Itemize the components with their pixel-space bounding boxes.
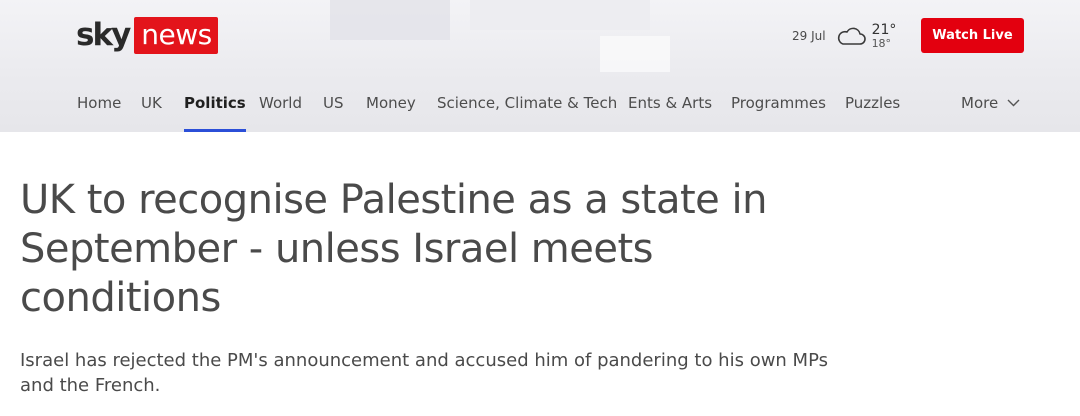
masthead-background-shape [470, 0, 650, 30]
nav-item-label: Programmes [731, 94, 826, 112]
nav-item-home[interactable]: Home [77, 84, 121, 132]
cloud-icon [837, 27, 866, 45]
watch-live-button[interactable]: Watch Live [921, 18, 1024, 53]
nav-more-label: More [961, 94, 999, 112]
nav-item-label: Politics [184, 94, 246, 112]
nav-item-label: Science, Climate & Tech [437, 94, 618, 112]
nav-item-money[interactable]: Money [366, 84, 416, 132]
weather-date: 29 Jul [792, 29, 826, 43]
nav-item-science-climate-tech[interactable]: Science, Climate & Tech [437, 84, 617, 132]
main-navigation: Home UK Politics World US Money Science,… [0, 84, 1080, 132]
weather-widget[interactable]: 29 Jul 21° 18° [792, 20, 896, 52]
nav-item-ents-arts[interactable]: Ents & Arts [628, 84, 712, 132]
article-standfirst: Israel has rejected the PM's announcemen… [20, 350, 829, 396]
article-headline: UK to recognise Palestine as a state in … [20, 177, 767, 321]
logo-news-text: news [134, 16, 218, 54]
weather-high-temp: 21° [871, 22, 897, 38]
nav-item-label: Puzzles [845, 94, 901, 112]
nav-item-label: Home [77, 94, 122, 112]
nav-item-puzzles[interactable]: Puzzles [845, 84, 900, 132]
nav-item-label: Ents & Arts [628, 94, 713, 112]
nav-more-button[interactable]: More [961, 84, 1020, 122]
nav-item-uk[interactable]: UK [141, 84, 162, 132]
logo-sky-text: sky [76, 17, 131, 53]
weather-low-temp: 18° [871, 37, 892, 50]
nav-item-label: US [323, 94, 344, 112]
nav-item-label: UK [141, 94, 162, 112]
nav-item-us[interactable]: US [323, 84, 344, 132]
nav-item-world[interactable]: World [259, 84, 302, 132]
masthead: sky news 29 Jul 21° 18° Watch Live Home … [0, 0, 1080, 132]
chevron-down-icon [1007, 99, 1020, 107]
nav-item-programmes[interactable]: Programmes [731, 84, 826, 132]
masthead-background-shape [330, 0, 450, 40]
weather-temperatures: 21° 18° [872, 23, 897, 49]
masthead-background-shape [600, 36, 670, 72]
sky-news-logo[interactable]: sky news [76, 16, 218, 54]
nav-item-label: World [259, 94, 302, 112]
nav-item-politics[interactable]: Politics [184, 84, 246, 132]
nav-item-label: Money [366, 94, 416, 112]
active-tab-indicator [184, 129, 246, 132]
